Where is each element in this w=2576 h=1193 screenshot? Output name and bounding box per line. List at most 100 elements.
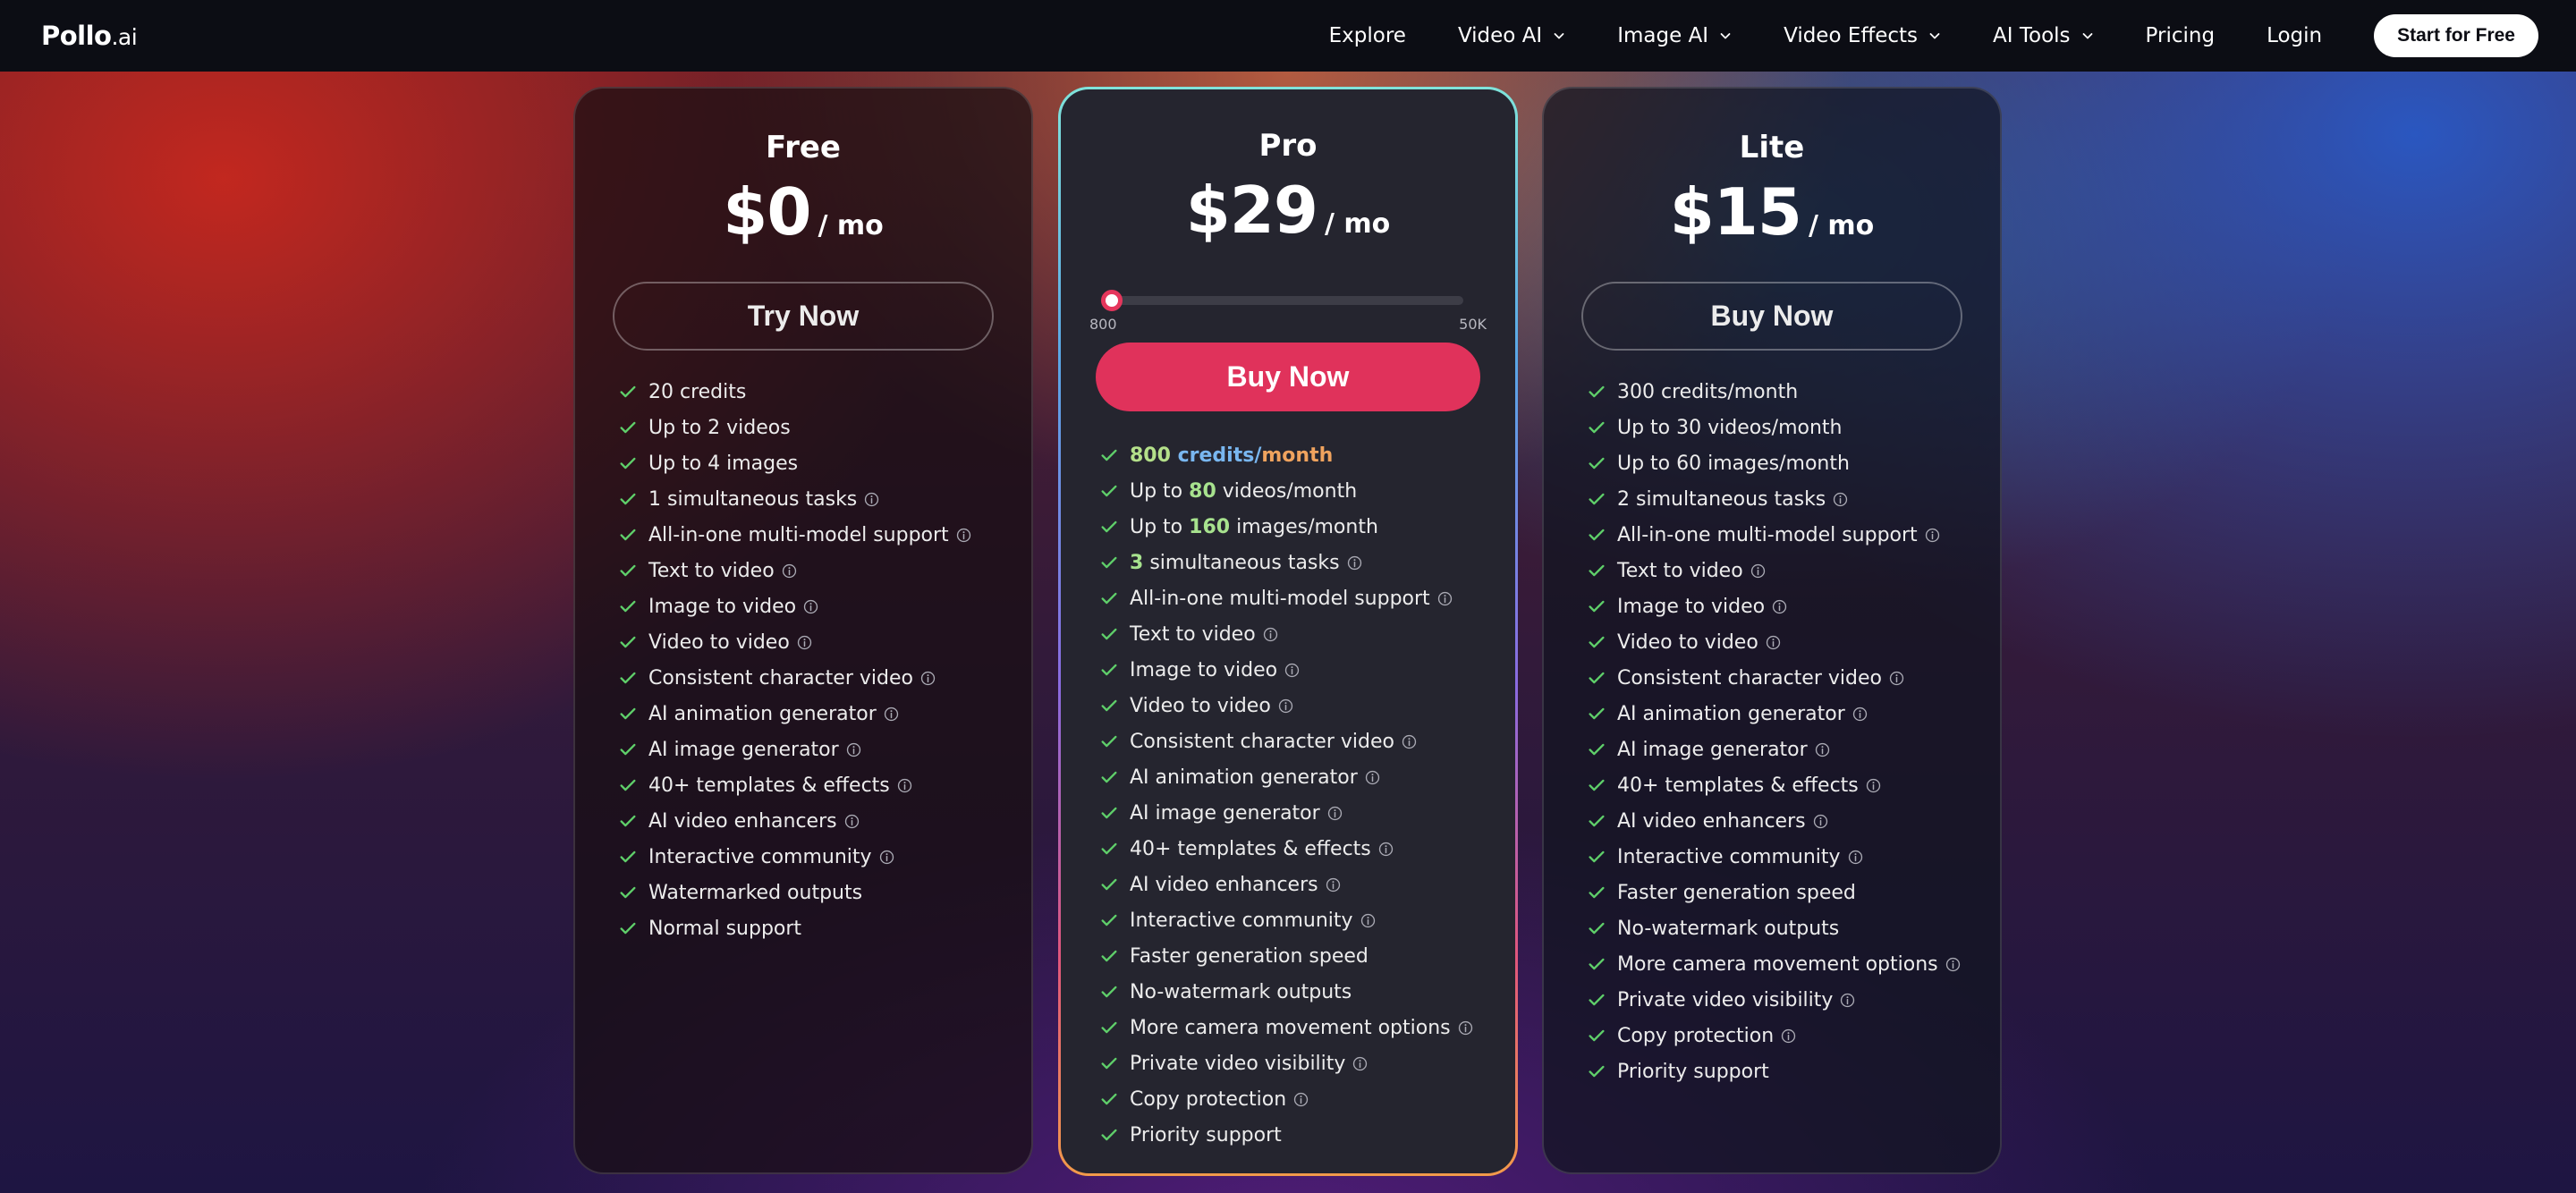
info-icon[interactable]: [879, 850, 894, 865]
logo[interactable]: Pollo .ai: [41, 21, 138, 51]
list-item: No-watermark outputs: [1099, 974, 1515, 1010]
feature-text: Consistent character video: [1617, 666, 1882, 690]
info-icon[interactable]: [1378, 842, 1394, 857]
info-icon[interactable]: [1293, 1092, 1309, 1107]
feature-text: Priority support: [1617, 1060, 1769, 1083]
nav-item-label: Pricing: [2145, 24, 2216, 47]
list-item: Text to video: [618, 553, 1031, 588]
nav-item-image-ai[interactable]: Image AI: [1617, 24, 1732, 47]
list-item: 40+ templates & effects: [1099, 831, 1515, 867]
info-icon[interactable]: [1326, 877, 1341, 893]
info-icon[interactable]: [1284, 663, 1300, 678]
check-icon: [1101, 914, 1117, 926]
feature-text: Image to video: [648, 595, 797, 618]
info-icon[interactable]: [1815, 742, 1830, 757]
info-icon[interactable]: [844, 814, 860, 829]
info-icon[interactable]: [1263, 627, 1278, 642]
list-item: Normal support: [618, 910, 1031, 946]
nav-item-ai-tools[interactable]: AI Tools: [1993, 24, 2094, 47]
info-icon[interactable]: [1327, 806, 1343, 821]
feature-text: AI image generator: [648, 738, 839, 761]
check-icon: [1101, 842, 1117, 855]
price-period: / mo: [1325, 208, 1391, 240]
info-icon[interactable]: [1360, 913, 1376, 928]
info-icon[interactable]: [956, 528, 971, 543]
info-icon[interactable]: [1833, 492, 1848, 507]
info-icon[interactable]: [1278, 698, 1293, 714]
price-period: / mo: [1809, 210, 1875, 241]
info-icon[interactable]: [897, 778, 912, 793]
list-item: Watermarked outputs: [618, 875, 1031, 910]
credits-slider[interactable]: 800 50K: [1089, 285, 1487, 333]
feature-text: 2 simultaneous tasks: [1617, 487, 1826, 511]
info-icon[interactable]: [1781, 1028, 1796, 1044]
info-icon[interactable]: [1750, 563, 1766, 579]
info-icon[interactable]: [1772, 599, 1787, 614]
nav-item-pricing[interactable]: Pricing: [2146, 24, 2216, 47]
list-item: Image to video: [1587, 588, 2000, 624]
info-icon[interactable]: [1840, 993, 1855, 1008]
info-icon[interactable]: [864, 492, 879, 507]
list-item: Faster generation speed: [1587, 875, 2000, 910]
info-icon[interactable]: [1848, 850, 1863, 865]
check-icon: [1101, 986, 1117, 998]
nav-item-label: Login: [2267, 24, 2323, 47]
slider-handle[interactable]: [1101, 290, 1123, 311]
check-icon: [1589, 672, 1605, 684]
check-icon: [1101, 592, 1117, 605]
start-for-free-button[interactable]: Start for Free: [2374, 14, 2538, 57]
info-icon[interactable]: [803, 599, 818, 614]
nav-item-video-effects[interactable]: Video Effects: [1784, 24, 1941, 47]
try-now-button[interactable]: Try Now: [613, 282, 994, 351]
info-icon[interactable]: [1347, 555, 1362, 571]
nav-item-login[interactable]: Login: [2267, 24, 2322, 47]
feature-text: Image to video: [1617, 595, 1766, 618]
list-item: Video to video: [1587, 624, 2000, 660]
info-icon[interactable]: [1866, 778, 1881, 793]
check-icon: [1101, 735, 1117, 748]
list-item: More camera movement options: [1099, 1010, 1515, 1045]
list-item: Priority support: [1587, 1053, 2000, 1089]
info-icon[interactable]: [1365, 770, 1380, 785]
info-icon[interactable]: [1766, 635, 1781, 650]
feature-text: Up to 80 videos/month: [1130, 480, 1357, 503]
info-icon[interactable]: [1813, 814, 1828, 829]
feature-text: Video to video: [1617, 630, 1758, 654]
list-item: 1 simultaneous tasks: [618, 481, 1031, 517]
list-item: Image to video: [1099, 652, 1515, 688]
credits-word: credits: [1177, 444, 1255, 467]
info-icon[interactable]: [1402, 734, 1417, 749]
price-row: $15 / mo: [1544, 174, 2000, 250]
check-icon: [1589, 457, 1605, 470]
info-icon[interactable]: [1437, 591, 1453, 606]
buy-now-button[interactable]: Buy Now: [1581, 282, 1962, 351]
nav-item-video-ai[interactable]: Video AI: [1458, 24, 1565, 47]
feature-text: AI animation generator: [1617, 702, 1845, 725]
check-icon: [1101, 520, 1117, 533]
info-icon[interactable]: [884, 706, 899, 722]
info-icon[interactable]: [1458, 1020, 1473, 1036]
feature-text: All-in-one multi-model support: [1130, 587, 1430, 610]
list-item: Up to 30 videos/month: [1587, 410, 2000, 445]
info-icon[interactable]: [782, 563, 797, 579]
feature-text: 40+ templates & effects: [1617, 774, 1859, 797]
info-icon[interactable]: [1945, 957, 1961, 972]
feature-suffix: images/month: [1236, 515, 1378, 538]
list-item: Up to 2 videos: [618, 410, 1031, 445]
list-item: Interactive community: [1099, 902, 1515, 938]
info-icon[interactable]: [846, 742, 861, 757]
slider-track[interactable]: [1106, 296, 1463, 305]
info-icon[interactable]: [1852, 706, 1868, 722]
feature-text: Video to video: [1130, 694, 1271, 717]
info-icon[interactable]: [920, 671, 936, 686]
price-row: $0 / mo: [575, 174, 1031, 250]
buy-now-button[interactable]: Buy Now: [1096, 343, 1480, 411]
info-icon[interactable]: [797, 635, 812, 650]
info-icon[interactable]: [1889, 671, 1904, 686]
info-icon[interactable]: [1925, 528, 1940, 543]
feature-text: Faster generation speed: [1130, 944, 1368, 968]
slider-max-label: 50K: [1459, 316, 1487, 333]
nav-item-explore[interactable]: Explore: [1329, 24, 1406, 47]
chevron-down-icon: [1720, 33, 1731, 39]
info-icon[interactable]: [1352, 1056, 1368, 1071]
